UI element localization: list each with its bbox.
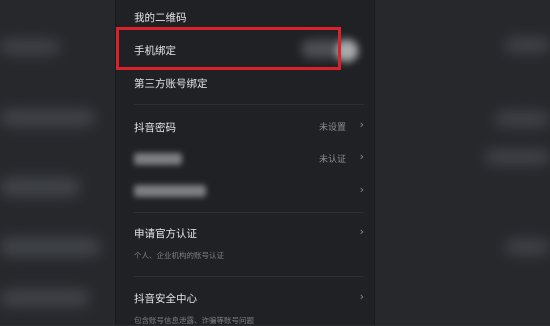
menu-item-label: 第三方账号绑定 [134,78,208,90]
blurred-content [0,238,100,256]
menu-item-third-party-binding[interactable]: 第三方账号绑定 [116,68,374,100]
menu-item-label: 申请官方认证 [134,228,197,240]
chevron-right-icon: › [359,290,364,303]
chevron-right-icon: › [359,225,364,238]
chevron-right-icon: › [359,183,364,196]
menu-item-description: 包含账号信息泄露、诈骗等账号问题 [134,316,254,325]
section-divider [134,104,364,105]
section-divider [134,212,364,213]
menu-item-security-center[interactable]: 抖音安全中心 包含账号信息泄露、诈骗等账号问题 › [116,282,374,325]
blurred-label [134,153,182,165]
blurred-content [505,240,550,254]
verification-status: 未认证 [318,155,346,165]
menu-item-verification[interactable]: 未认证 › [116,144,374,174]
section-divider [134,276,364,277]
blurred-content [495,112,550,126]
menu-item-label: 我的二维码 [134,12,187,24]
blurred-content [0,110,95,126]
blurred-label [134,185,206,197]
blurred-content [0,178,80,196]
blurred-content [0,290,90,306]
background-left-panel [0,0,115,325]
chevron-right-icon: › [359,118,364,131]
menu-item-label: 抖音安全中心 [134,293,197,305]
highlight-box [116,27,341,70]
menu-item-douyin-password[interactable]: 抖音密码 未设置 › [116,110,374,144]
blurred-content [485,150,550,164]
background-right-panel [375,0,550,325]
password-status: 未设置 [318,123,346,133]
blurred-content [0,40,60,54]
blurred-content [505,38,550,52]
menu-item-label: 抖音密码 [134,122,176,134]
menu-item-official-verification[interactable]: 申请官方认证 个人、企业机构的账号认证 › [116,218,374,270]
menu-item-blurred[interactable]: › [116,176,374,206]
menu-item-description: 个人、企业机构的账号认证 [134,251,224,260]
chevron-right-icon: › [359,150,364,163]
